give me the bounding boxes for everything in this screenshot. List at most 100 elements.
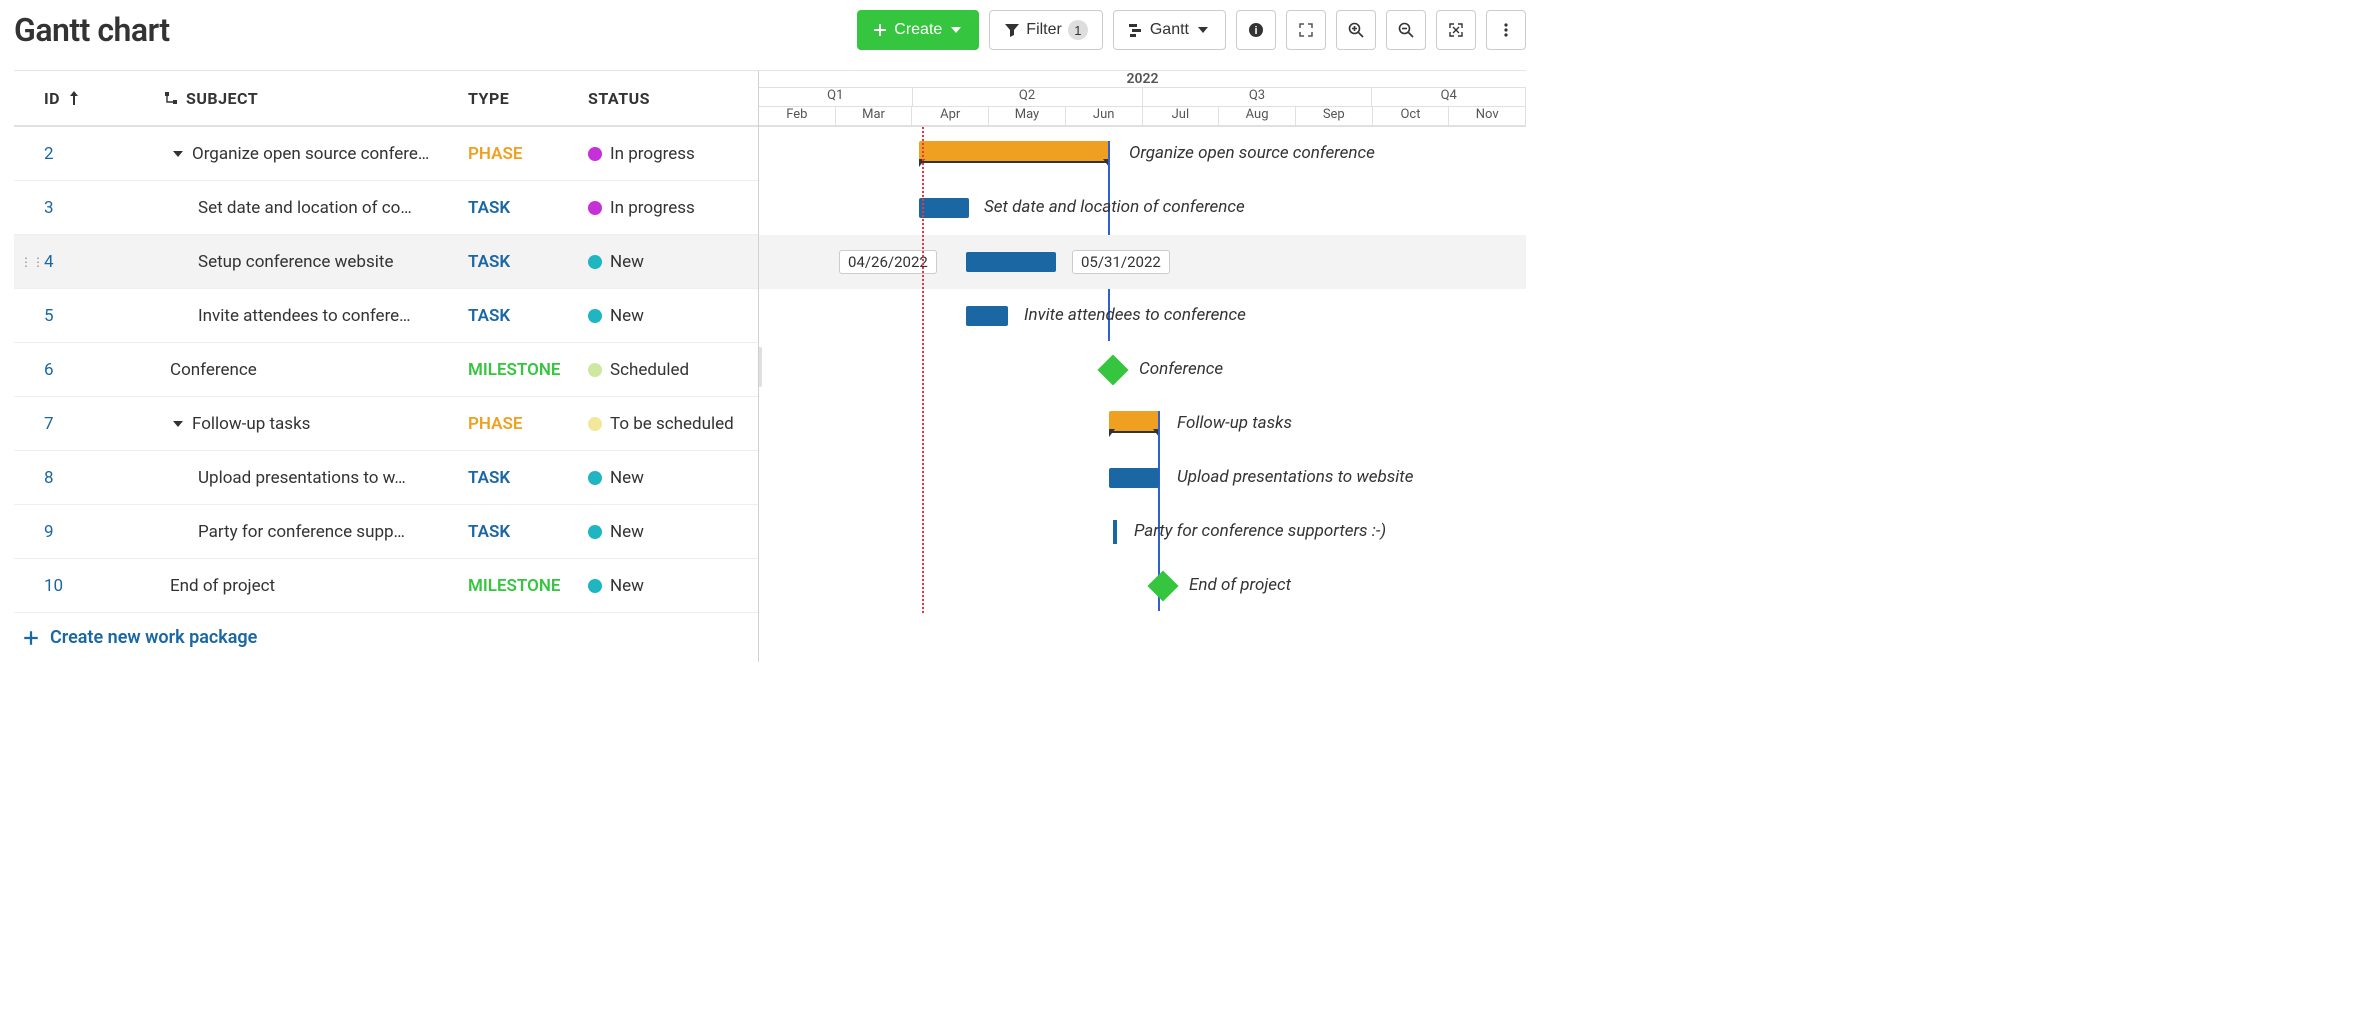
- table-row[interactable]: 5Invite attendees to confere…TASKNew: [14, 289, 758, 343]
- filter-button[interactable]: Filter 1: [989, 10, 1103, 50]
- cell-status: In progress: [588, 198, 758, 218]
- table-row[interactable]: 10End of projectMILESTONENew: [14, 559, 758, 613]
- gantt-bar-label: Conference: [1139, 359, 1223, 379]
- drag-handle-icon[interactable]: ⋮⋮: [20, 255, 44, 269]
- subject-text: Setup conference website: [198, 252, 393, 272]
- timeline-month: Jun: [1066, 107, 1143, 125]
- timeline-quarter: Q3: [1143, 88, 1373, 105]
- kebab-icon: [1498, 22, 1514, 38]
- cell-status: Scheduled: [588, 360, 758, 380]
- cell-status: New: [588, 468, 758, 488]
- cell-subject[interactable]: Upload presentations to w…: [164, 468, 468, 488]
- zoom-out-icon: [1398, 22, 1414, 38]
- gantt-bar-task[interactable]: [1113, 520, 1117, 544]
- gantt-row: End of project: [759, 559, 1526, 613]
- status-dot-icon: [588, 525, 602, 539]
- fullscreen-button[interactable]: [1286, 10, 1326, 50]
- gantt-row: Invite attendees to conference: [759, 289, 1526, 343]
- chevron-down-icon[interactable]: [170, 416, 186, 432]
- gantt-bar-task[interactable]: [966, 252, 1056, 272]
- view-button-label: Gantt: [1150, 21, 1189, 39]
- gantt-bar-label: End of project: [1189, 575, 1291, 595]
- timeline-quarter: Q4: [1372, 88, 1526, 105]
- table-row[interactable]: 8Upload presentations to w…TASKNew: [14, 451, 758, 505]
- cell-id[interactable]: 6: [14, 360, 164, 380]
- create-work-package-button[interactable]: Create new work package: [14, 613, 758, 662]
- cell-id[interactable]: 5: [14, 306, 164, 326]
- status-dot-icon: [588, 579, 602, 593]
- table-row[interactable]: ⋮⋮4Setup conference websiteTASKNew: [14, 235, 758, 289]
- subject-text: Organize open source confere…: [192, 144, 429, 164]
- cell-id[interactable]: 9: [14, 522, 164, 542]
- cell-subject[interactable]: Follow-up tasks: [164, 414, 468, 434]
- timeline-month: Jul: [1143, 107, 1220, 125]
- gantt-bar-label: Follow-up tasks: [1177, 413, 1292, 433]
- zoom-fit-button[interactable]: [1436, 10, 1476, 50]
- timeline-month: Feb: [759, 107, 836, 125]
- zoom-in-icon: [1348, 22, 1364, 38]
- view-gantt-button[interactable]: Gantt: [1113, 10, 1226, 50]
- gantt-bar-phase[interactable]: [919, 141, 1109, 161]
- timeline-quarters: Q1Q2Q3Q4: [759, 88, 1526, 106]
- hierarchy-icon: [164, 91, 178, 105]
- chevron-down-icon[interactable]: [170, 146, 186, 162]
- status-dot-icon: [588, 201, 602, 215]
- gantt-date-end[interactable]: 05/31/2022: [1072, 250, 1170, 274]
- table-row[interactable]: 7Follow-up tasksPHASETo be scheduled: [14, 397, 758, 451]
- gantt-bar-task[interactable]: [1109, 468, 1159, 488]
- gantt-bar-label: Organize open source conference: [1129, 143, 1375, 163]
- col-header-type[interactable]: TYPE: [468, 89, 588, 108]
- gantt-milestone[interactable]: [1147, 570, 1178, 601]
- table-row[interactable]: 9Party for conference supp…TASKNew: [14, 505, 758, 559]
- cell-id[interactable]: 7: [14, 414, 164, 434]
- zoom-fit-icon: [1448, 22, 1464, 38]
- cell-id[interactable]: 3: [14, 198, 164, 218]
- gantt-bar-task[interactable]: [966, 306, 1008, 326]
- create-work-package-label: Create new work package: [50, 627, 257, 648]
- more-button[interactable]: [1486, 10, 1526, 50]
- table-row[interactable]: 2Organize open source confere…PHASEIn pr…: [14, 127, 758, 181]
- gantt-row: Organize open source conference: [759, 127, 1526, 181]
- info-button[interactable]: i: [1236, 10, 1276, 50]
- col-header-status[interactable]: STATUS: [588, 89, 758, 108]
- col-header-subject[interactable]: SUBJECT: [164, 89, 468, 108]
- status-label: To be scheduled: [610, 414, 734, 434]
- svg-text:i: i: [1254, 25, 1257, 37]
- table-row[interactable]: 3Set date and location of co…TASKIn prog…: [14, 181, 758, 235]
- cell-type: PHASE: [468, 144, 588, 164]
- gantt-milestone[interactable]: [1097, 354, 1128, 385]
- cell-subject[interactable]: Organize open source confere…: [164, 144, 468, 164]
- cell-type: TASK: [468, 306, 588, 326]
- gantt-row: Follow-up tasks: [759, 397, 1526, 451]
- cell-status: To be scheduled: [588, 414, 758, 434]
- toolbar: Create Filter 1 Gantt i: [857, 10, 1526, 50]
- cell-id[interactable]: 2: [14, 144, 164, 164]
- timeline-year: 2022: [759, 71, 1526, 88]
- pane-resize-handle[interactable]: [758, 347, 762, 387]
- fullscreen-icon: [1298, 22, 1314, 38]
- cell-subject[interactable]: Party for conference supp…: [164, 522, 468, 542]
- cell-subject[interactable]: Set date and location of co…: [164, 198, 468, 218]
- status-dot-icon: [588, 363, 602, 377]
- filter-count-badge: 1: [1068, 20, 1088, 40]
- cell-type: TASK: [468, 522, 588, 542]
- status-dot-icon: [588, 309, 602, 323]
- cell-subject[interactable]: Setup conference website: [164, 252, 468, 272]
- status-label: Scheduled: [610, 360, 689, 380]
- plus-icon: [22, 629, 40, 647]
- cell-subject[interactable]: Invite attendees to confere…: [164, 306, 468, 326]
- subject-text: End of project: [170, 576, 275, 596]
- cell-id[interactable]: 8: [14, 468, 164, 488]
- create-button[interactable]: Create: [857, 10, 979, 50]
- table-row[interactable]: 6ConferenceMILESTONEScheduled: [14, 343, 758, 397]
- gantt-bar-phase[interactable]: [1109, 411, 1159, 431]
- zoom-in-button[interactable]: [1336, 10, 1376, 50]
- cell-subject[interactable]: Conference: [164, 360, 468, 380]
- subject-text: Set date and location of co…: [198, 198, 412, 218]
- timeline-month: Sep: [1296, 107, 1373, 125]
- cell-subject[interactable]: End of project: [164, 576, 468, 596]
- zoom-out-button[interactable]: [1386, 10, 1426, 50]
- col-header-id[interactable]: ID: [14, 89, 164, 108]
- cell-id[interactable]: 10: [14, 576, 164, 596]
- gantt-bar-task[interactable]: [919, 198, 969, 218]
